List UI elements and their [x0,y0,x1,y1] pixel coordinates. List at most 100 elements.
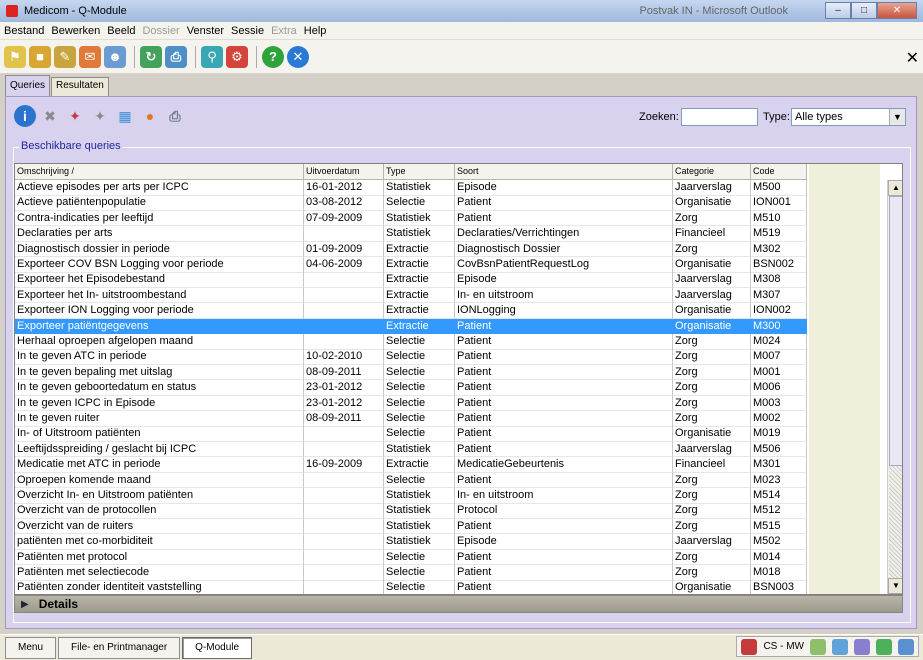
menu-item-bestand[interactable]: Bestand [4,25,44,37]
table-row[interactable]: Actieve patiëntenpopulatie 03-08-2012 Sele… [15,195,807,211]
delete-icon[interactable]: ✖ [39,105,61,127]
table-row[interactable]: Patiënten met selectiecode Selectie Patien… [15,565,807,581]
tab-queries[interactable]: Queries [5,75,51,96]
table-row[interactable]: Patiënten zonder identiteit vaststelling… [15,580,807,594]
table-row[interactable]: In- of Uitstroom patiënten Selectie Patien… [15,426,807,442]
taskbar-button-menu[interactable]: Menu [5,636,57,659]
menu-item-extra[interactable]: Extra [271,25,297,37]
remove-query-icon[interactable]: ✦ [89,105,111,127]
column-header[interactable]: Code [751,164,807,180]
taskbar-button-q-module[interactable]: Q-Module [182,636,253,659]
info-icon[interactable]: i [14,105,36,127]
table-cell [304,226,384,242]
type-select[interactable]: Alle types ▼ [791,108,906,126]
details-expander[interactable]: ▶ Details [14,595,903,613]
table-row[interactable]: In te geven ruiter 08-09-2011 Selectie Pati… [15,411,807,427]
expand-triangle-icon[interactable]: ▶ [21,599,29,610]
table-row[interactable]: In te geven geboortedatum en status 23-01… [15,380,807,396]
table-cell: Extractie [384,303,455,319]
printer-tray-icon[interactable] [854,638,870,655]
close-window-button[interactable]: ✕ [877,2,917,19]
chevron-down-icon[interactable]: ▼ [889,109,905,125]
help-icon[interactable]: ? [262,45,284,68]
table-row[interactable]: Overzicht van de protocollen Statistiek Pr… [15,503,807,519]
menu-item-help[interactable]: Help [304,25,327,37]
users-icon[interactable]: ☻ [104,45,126,68]
search-icon[interactable]: ⚲ [201,45,223,68]
table-row[interactable]: Oproepen komende maand Selectie Patient Zor… [15,472,807,489]
table-cell: In- of Uitstroom patiënten [15,426,304,442]
scroll-down-icon[interactable]: ▼ [888,578,902,594]
table-cell: Organisatie [673,318,751,335]
table-cell: Organisatie [673,580,751,594]
maximize-button[interactable]: □ [851,2,877,19]
column-header[interactable]: Soort [455,164,673,180]
table-cell: Extractie [384,457,455,473]
table-cell: Selectie [384,349,455,365]
network-icon[interactable] [810,638,826,655]
leaf-icon[interactable] [876,638,892,655]
scrollbar-thumb[interactable] [889,196,902,466]
user-icon[interactable] [741,638,758,655]
table-row[interactable]: Declaraties per arts Statistiek Declaratie… [15,226,807,242]
table-row[interactable]: Herhaal oproepen afgelopen maand Selectie… [15,334,807,350]
column-header[interactable]: Type [384,164,455,180]
table-cell [304,580,384,594]
toolbar-separator [195,45,196,68]
run-query-icon[interactable]: ● [139,105,161,127]
menu-item-venster[interactable]: Venster [187,25,224,37]
table-row[interactable]: Exporteer het In- uitstroombestand Extrac… [15,287,807,304]
table-row[interactable]: Overzicht van de ruiters Statistiek Patien… [15,518,807,535]
table-row[interactable]: Overzicht In- en Uitstroom patiënten Stat… [15,488,807,504]
table-row[interactable]: Contra-indicaties per leeftijd 07-09-2009… [15,210,807,227]
table-row[interactable]: In te geven bepaling met uitslag 08-09-20… [15,364,807,381]
star-icon[interactable] [832,638,848,655]
menu-item-beeld[interactable]: Beeld [107,25,135,37]
letter-icon[interactable]: ✉ [79,45,101,68]
table-row[interactable]: Medicatie met ATC in periode 16-09-2009 Ex… [15,457,807,473]
tools-icon[interactable]: ⚙ [226,45,248,68]
search-input[interactable] [681,108,758,126]
column-header[interactable]: Uitvoerdatum [304,164,384,180]
table-row[interactable]: Exporteer patiëntgegevens Extractie Patien… [15,318,807,335]
notes-icon[interactable]: ✎ [54,45,76,68]
print-query-icon[interactable]: ⎙ [164,105,186,127]
menu-item-bewerken[interactable]: Bewerken [51,25,100,37]
tab-resultaten[interactable]: Resultaten [51,77,109,96]
table-row[interactable]: Exporteer COV BSN Logging voor periode 04… [15,257,807,273]
table-cell [304,426,384,442]
toolbar-separator [134,45,135,68]
table-row[interactable]: Exporteer het Episodebestand Extractie Epi… [15,272,807,288]
table-cell: 08-09-2011 [304,411,384,427]
menu-item-dossier[interactable]: Dossier [142,25,179,37]
edit-query-icon[interactable]: ▦ [114,105,136,127]
table-row[interactable]: In te geven ATC in periode 10-02-2010 Sele… [15,349,807,365]
print-icon[interactable]: ⎙ [165,45,187,68]
table-cell: 04-06-2009 [304,257,384,273]
chat-icon[interactable] [898,638,914,655]
new-query-icon[interactable]: ✦ [64,105,86,127]
patient-icon[interactable]: ⚑ [4,45,26,68]
menu-item-sessie[interactable]: Sessie [231,25,264,37]
column-header[interactable]: Omschrijving / [15,164,304,180]
table-row[interactable]: Exporteer ION Logging voor periode Extrac… [15,303,807,319]
minimize-button[interactable]: – [825,2,851,19]
taskbar-button-file-printmanager[interactable]: File- en Printmanager [58,636,181,659]
vertical-scrollbar[interactable]: ▲ ▼ [887,180,902,594]
folder-icon[interactable]: ■ [29,45,51,68]
table-row[interactable]: In te geven ICPC in Episode 23-01-2012 Sel… [15,395,807,412]
refresh-icon[interactable]: ↻ [140,45,162,68]
table-row[interactable]: patiënten met co-morbiditeit Statistiek Ep… [15,534,807,550]
table-row[interactable]: Patiënten met protocol Selectie Patient Zor… [15,549,807,566]
column-header[interactable]: Categorie [673,164,751,180]
exit-icon[interactable]: ✕ [287,45,309,68]
table-row[interactable]: Leeftijdsspreiding / geslacht bij ICPC St… [15,441,807,458]
close-module-icon[interactable]: ✕ [906,48,919,68]
scroll-up-icon[interactable]: ▲ [888,180,902,196]
table-row[interactable]: Actieve episodes per arts per ICPC 16-01-… [15,180,807,196]
scrollbar-track[interactable] [889,466,902,578]
tray-user-label: CS - MW [763,641,804,652]
table-row[interactable]: Diagnostisch dossier in periode 01-09-200… [15,241,807,258]
table-cell: 07-09-2009 [304,210,384,227]
background-window-title: Postvak IN - Microsoft Outlook [639,5,788,17]
